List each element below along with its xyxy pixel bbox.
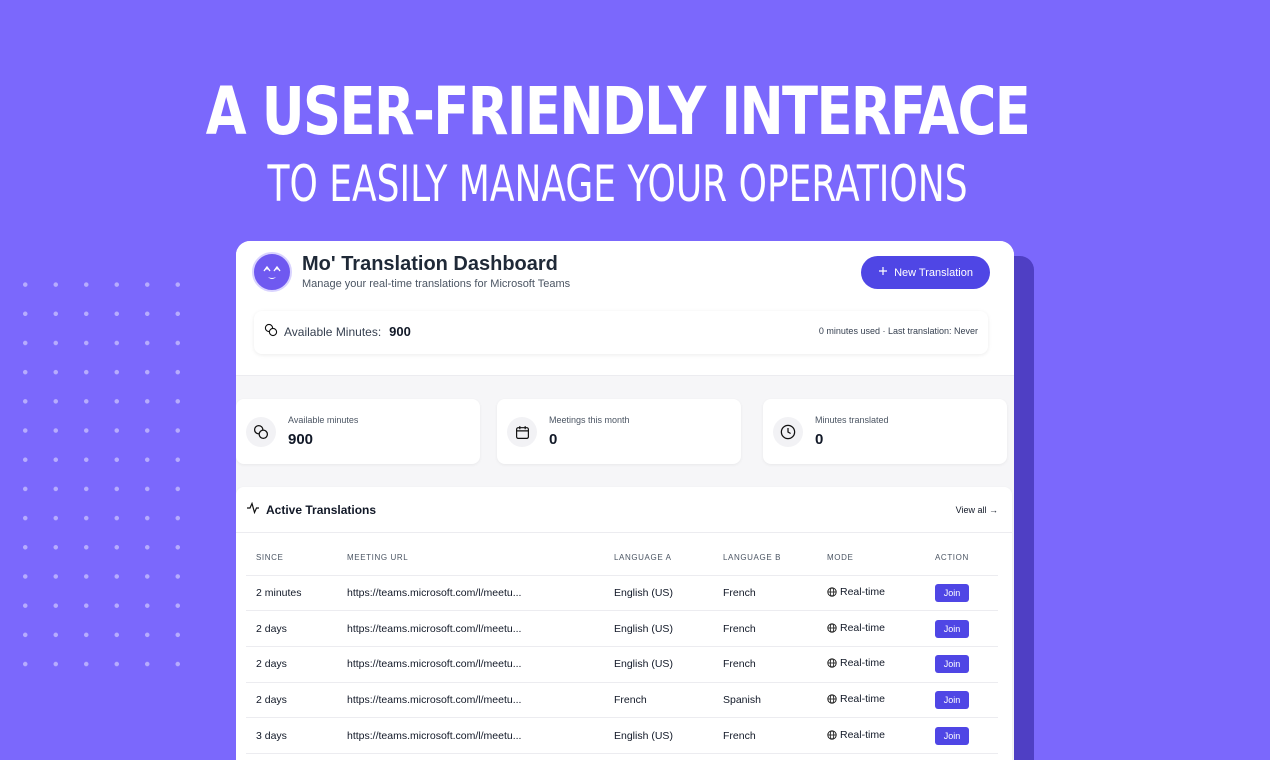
translations-table: SINCE MEETING URL LANGUAGE A LANGUAGE B …	[246, 541, 998, 754]
globe-icon	[827, 622, 837, 633]
mode-label: Real-time	[840, 585, 885, 598]
logo-face-icon	[252, 252, 292, 292]
cell-mode: Real-time	[817, 610, 925, 647]
cell-meeting-url: https://teams.microsoft.com/l/meetu...	[337, 575, 604, 612]
plus-icon	[878, 266, 888, 279]
cell-language-b: French	[713, 610, 817, 647]
stat-label: Minutes translated	[815, 415, 889, 425]
cell-language-b: French	[713, 717, 817, 754]
stat-card-meetings-this-month: Meetings this month 0	[497, 399, 741, 464]
stat-value: 900	[288, 431, 314, 448]
join-button[interactable]: Join	[935, 583, 969, 602]
cell-action: Join	[925, 682, 998, 719]
hero-title: A USER-FRIENDLY INTERFACE	[205, 73, 1031, 150]
table-header-row: SINCE MEETING URL LANGUAGE A LANGUAGE B …	[246, 541, 998, 576]
coins-icon	[246, 417, 276, 447]
cell-meeting-url: https://teams.microsoft.com/l/meetu...	[337, 610, 604, 647]
page-subtitle: Manage your real-time translations for M…	[302, 278, 571, 290]
cell-language-a: English (US)	[604, 717, 713, 754]
cell-meeting-url: https://teams.microsoft.com/l/meetu...	[337, 682, 604, 719]
table-row: 2 days https://teams.microsoft.com/l/mee…	[246, 610, 998, 647]
column-header: ACTION	[925, 541, 998, 576]
cell-since: 2 days	[246, 610, 337, 647]
mode-label: Real-time	[840, 621, 885, 634]
cell-language-a: French	[604, 682, 713, 719]
cell-mode: Real-time	[817, 682, 925, 719]
cell-language-b: Spanish	[713, 682, 817, 719]
available-minutes-bar: Available Minutes: 900 0 minutes used · …	[254, 311, 988, 354]
new-translation-label: New Translation	[894, 266, 973, 279]
clock-icon	[773, 417, 803, 447]
active-translations-title: Active Translations	[266, 502, 377, 517]
new-translation-button[interactable]: New Translation	[861, 256, 990, 289]
cell-since: 3 days	[246, 717, 337, 754]
cell-language-b: French	[713, 575, 817, 612]
cell-since: 2 days	[246, 682, 337, 719]
active-translations-card: Active Translations View all → SINCE MEE…	[236, 487, 1012, 760]
mode-label: Real-time	[840, 728, 885, 741]
column-header: MODE	[817, 541, 925, 576]
column-header: MEETING URL	[337, 541, 604, 576]
available-minutes-label: Available Minutes:	[284, 324, 382, 339]
mode-label: Real-time	[840, 692, 885, 705]
globe-icon	[827, 729, 837, 740]
join-button[interactable]: Join	[935, 619, 969, 638]
cell-meeting-url: https://teams.microsoft.com/l/meetu...	[337, 717, 604, 754]
cell-action: Join	[925, 717, 998, 754]
table-row: 2 days https://teams.microsoft.com/l/mee…	[246, 682, 998, 719]
stat-card-available-minutes: Available minutes 900	[236, 399, 480, 464]
globe-icon	[827, 658, 837, 668]
mode-label: Real-time	[840, 657, 885, 670]
column-header: LANGUAGE B	[713, 541, 817, 576]
stat-label: Meetings this month	[549, 415, 630, 425]
hero-headline: A USER-FRIENDLY INTERFACE TO EASILY MANA…	[0, 70, 1235, 214]
view-all-link[interactable]: View all →	[956, 505, 998, 515]
dashboard-header: Mo' Translation Dashboard Manage your re…	[236, 241, 1014, 376]
globe-icon	[827, 587, 837, 597]
cell-action: Join	[925, 646, 998, 683]
column-header: SINCE	[246, 541, 337, 576]
stat-label: Available minutes	[288, 415, 359, 425]
table-row: 3 days https://teams.microsoft.com/l/mee…	[246, 717, 998, 754]
stat-value: 0	[815, 431, 824, 448]
available-minutes-value: 900	[389, 324, 411, 339]
page-title: Mo' Translation Dashboard	[302, 253, 558, 275]
hero-subtitle: TO EASILY MANAGE YOUR OPERATIONS	[267, 155, 968, 213]
active-translations-header: Active Translations View all →	[236, 487, 1012, 533]
join-button[interactable]: Join	[935, 726, 969, 745]
table-row: 2 minutes https://teams.microsoft.com/l/…	[246, 575, 998, 612]
calendar-icon	[507, 417, 537, 447]
usage-status: 0 minutes used · Last translation: Never	[818, 326, 978, 336]
dashboard-window: Mo' Translation Dashboard Manage your re…	[236, 241, 1014, 760]
cell-mode: Real-time	[817, 575, 925, 612]
cell-language-b: French	[713, 646, 817, 683]
cell-language-a: English (US)	[604, 575, 713, 612]
globe-icon	[827, 694, 837, 704]
cell-since: 2 minutes	[246, 575, 337, 612]
cell-action: Join	[925, 610, 998, 647]
join-button[interactable]: Join	[935, 655, 969, 674]
table-row: 2 days https://teams.microsoft.com/l/mee…	[246, 646, 998, 683]
activity-icon	[246, 501, 260, 517]
cell-action: Join	[925, 575, 998, 612]
cell-mode: Real-time	[817, 717, 925, 754]
cell-language-a: English (US)	[604, 646, 713, 683]
cell-since: 2 days	[246, 646, 337, 683]
cell-meeting-url: https://teams.microsoft.com/l/meetu...	[337, 646, 604, 683]
join-button[interactable]: Join	[935, 690, 969, 709]
cell-mode: Real-time	[817, 646, 925, 683]
decorative-dot-grid	[10, 270, 180, 670]
stat-value: 0	[549, 431, 558, 448]
stat-card-minutes-translated: Minutes translated 0	[763, 399, 1007, 464]
coins-icon	[264, 323, 278, 340]
cell-language-a: English (US)	[604, 610, 713, 647]
column-header: LANGUAGE A	[604, 541, 713, 576]
